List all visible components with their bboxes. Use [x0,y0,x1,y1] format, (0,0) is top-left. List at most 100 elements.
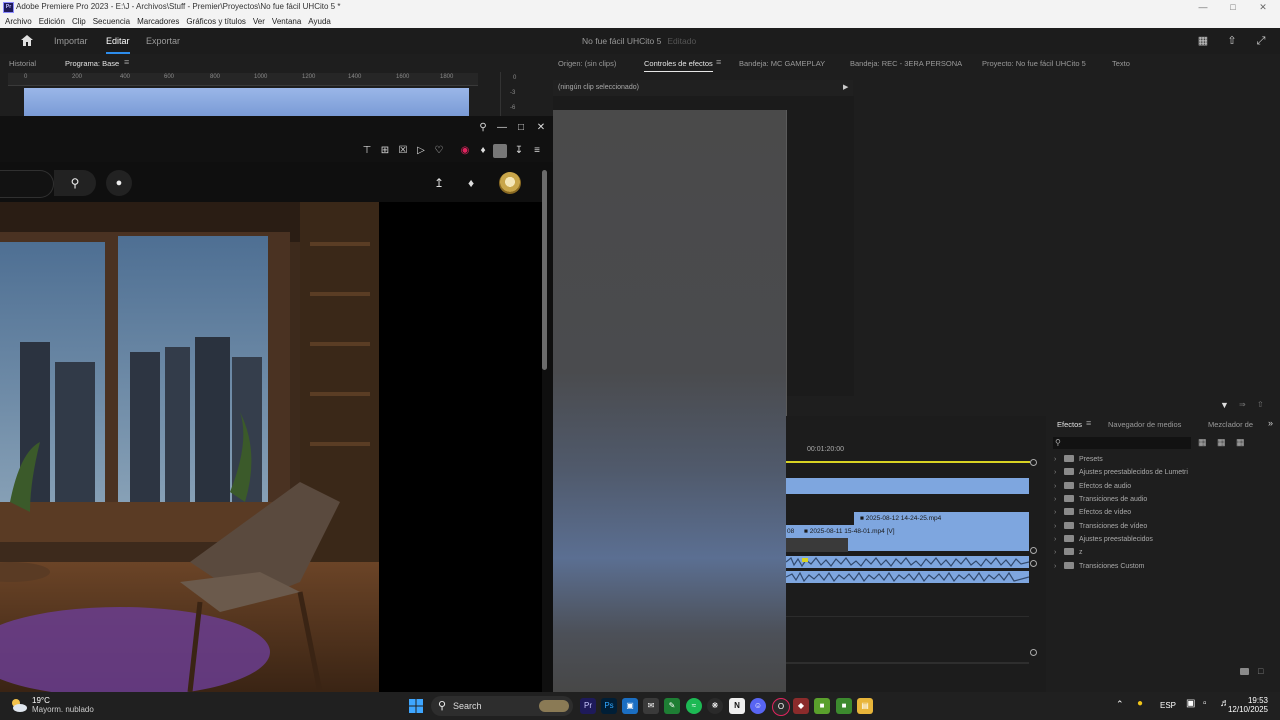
minecraft-launcher-icon[interactable]: ■ [836,698,852,714]
network-icon[interactable]: ▫ [1203,698,1207,709]
tab-historial[interactable]: Historial [9,59,36,68]
effect-folder[interactable]: › Efectos de audio [1054,482,1131,490]
panel-menu-icon[interactable]: ≡ [1086,418,1091,428]
tab-navegador[interactable]: Navegador de medios [1108,420,1181,429]
avatar[interactable] [499,172,521,194]
notion-icon[interactable]: N [729,698,745,714]
maximize-icon[interactable]: □ [1218,0,1248,14]
microphone-icon[interactable]: ● [1137,698,1143,709]
close-icon[interactable]: ✕ [534,121,548,135]
microphone-icon[interactable]: ● [106,170,132,196]
language-indicator[interactable]: ESP [1160,701,1176,710]
menu-clip[interactable]: Clip [72,17,86,26]
menu-archivo[interactable]: Archivo [5,17,32,26]
chatgpt-icon[interactable]: ❋ [707,698,723,714]
panel-menu-icon[interactable]: ≡ [124,57,129,67]
menu-ver[interactable]: Ver [253,17,265,26]
track-clip-thumb[interactable] [786,538,848,552]
audio-waveform[interactable] [786,571,1029,583]
record-icon[interactable]: ◉ [458,144,472,158]
tab-bandeja-rec[interactable]: Bandeja: REC - 3ERA PERSONA [850,59,962,68]
chevron-up-icon[interactable]: ⌃ [1116,699,1124,710]
effect-folder[interactable]: › Ajustes preestablecidos de Lumetri [1054,468,1188,476]
photoshop-icon[interactable]: Ps [601,698,617,714]
track-clip[interactable] [786,478,1029,494]
menu-graficos[interactable]: Gráficos y títulos [186,17,246,26]
file-explorer-icon[interactable]: ▤ [857,698,873,714]
spotify-icon[interactable]: ≈ [686,698,702,714]
minimize-icon[interactable]: — [1188,0,1218,14]
32bit-effects-icon[interactable]: ▦ [1217,437,1226,448]
chat-icon[interactable]: ✉ [643,698,659,714]
menu-edicion[interactable]: Edición [39,17,65,26]
tab-origen[interactable]: Origen: (sin clips) [558,59,616,68]
program-monitor-frame[interactable] [24,88,469,116]
menu-ayuda[interactable]: Ayuda [308,17,331,26]
windows-start-icon[interactable] [408,698,424,714]
export-frame-icon[interactable]: ⇒ [1239,400,1246,409]
keyframe-marker[interactable] [802,558,808,562]
premiere-pro-icon[interactable]: Pr [580,698,596,714]
pin-icon[interactable]: ⊤ [360,144,374,158]
effect-folder[interactable]: › Transiciones Custom [1054,562,1145,570]
game-icon[interactable]: ◆ [793,698,809,714]
tab-proyecto[interactable]: Proyecto: No fue fácil UHCito 5 [982,59,1086,68]
monitor-icon[interactable]: ▣ [622,698,638,714]
clock[interactable]: 19:53 12/10/2025 [1218,696,1268,714]
effect-folder[interactable]: › z [1054,548,1083,556]
workspace-icon[interactable]: ▦ [1196,34,1210,48]
tab-mezclador[interactable]: Mezclador de [1208,420,1253,429]
discord-icon[interactable]: ☺ [750,698,766,714]
new-bin-icon[interactable] [1240,668,1249,675]
menu-secuencia[interactable]: Secuencia [93,17,130,26]
menu-marcadores[interactable]: Marcadores [137,17,179,26]
video-thumbnail[interactable] [0,202,379,692]
display-icon[interactable]: ▣ [1186,698,1195,709]
search-icon[interactable]: ⚲ [476,121,490,135]
tab-texto[interactable]: Texto [1112,59,1130,68]
settings-icon[interactable]: ⇧ [1257,400,1264,409]
close-icon[interactable]: ✕ [1248,0,1278,14]
more-tabs-icon[interactable]: » [1268,418,1273,428]
effect-folder[interactable]: › Efectos de vídeo [1054,508,1131,516]
audio-waveform[interactable] [786,556,1029,568]
taskbar-search[interactable]: ⚲ Search [431,696,573,716]
effect-folder[interactable]: › Presets [1054,455,1103,463]
yuv-effects-icon[interactable]: ▦ [1236,437,1245,448]
timeline-panel[interactable]: 00:01:20:00 ■ 2025-08-12 14-24-25.mp4 08… [786,416,1046,692]
shield-icon[interactable]: ☒ [396,144,410,158]
share-icon[interactable]: ⇧ [1225,34,1239,48]
effects-search-input[interactable]: ⚲ [1053,437,1191,449]
effect-folder[interactable]: › Transiciones de audio [1054,495,1147,503]
minecraft-icon[interactable]: ■ [814,698,830,714]
tab-exportar[interactable]: Exportar [146,36,180,46]
play-icon[interactable]: ▷ [414,144,428,158]
menu-ventana[interactable]: Ventana [272,17,301,26]
download-icon[interactable]: ↧ [512,144,526,158]
upload-icon[interactable]: ↥ [432,176,446,190]
effect-folder[interactable]: › Transiciones de vídeo [1054,522,1147,530]
work-area-bar[interactable] [786,461,1030,463]
tab-importar[interactable]: Importar [54,36,88,46]
panel-menu-icon[interactable]: ≡ [716,57,721,67]
opera-gx-icon[interactable]: O [772,698,790,716]
home-icon[interactable] [20,34,34,47]
effect-folder[interactable]: › Ajustes preestablecidos [1054,535,1153,543]
heart-icon[interactable]: ♡ [432,144,446,158]
tab-bandeja-mc[interactable]: Bandeja: MC GAMEPLAY [739,59,825,68]
profile-icon[interactable] [493,144,507,158]
extensions-icon[interactable]: ♦ [476,144,490,158]
delete-icon[interactable]: □ [1258,666,1263,676]
horizontal-scrollbar[interactable] [786,662,1029,664]
expand-arrow-icon[interactable]: ▶ [843,83,848,91]
search-icon[interactable]: ⚲ [54,170,96,196]
tab-editar[interactable]: Editar [106,36,130,54]
minimize-icon[interactable]: — [495,121,509,135]
tab-programa[interactable]: Programa: Base [65,59,119,68]
accelerated-effects-icon[interactable]: ▦ [1198,437,1207,448]
youtube-search-input[interactable] [0,170,54,198]
track-clip[interactable]: ■ 2025-08-12 14-24-25.mp4 [854,512,1029,526]
weather-widget[interactable]: 19°C Mayorm. nublado [10,696,94,714]
track-clip[interactable]: 08 ■ 2025-08-11 15-48-01.mp4 [V] [786,525,1029,539]
fullscreen-icon[interactable]: ⤢ [1254,34,1268,48]
